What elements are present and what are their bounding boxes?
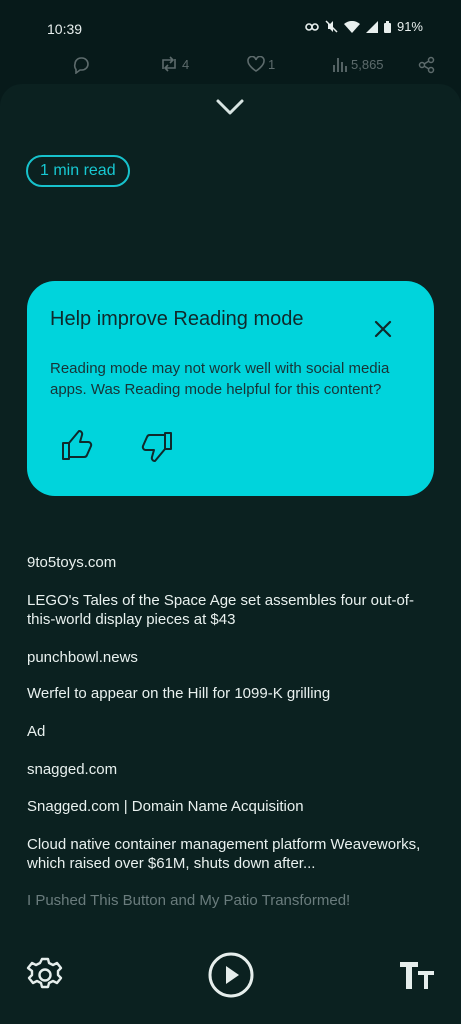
retweet-action[interactable]: 4 [159,56,189,72]
thumbs-up-icon[interactable] [60,429,94,461]
like-count: 1 [268,56,276,72]
reply-action[interactable] [72,56,90,74]
battery-icon [383,20,391,33]
content-source: punchbowl.news [27,649,138,666]
views-action[interactable]: 5,865 [332,56,384,72]
battery-percent: 91% [396,19,423,34]
share-action[interactable] [418,56,436,74]
content-ad-label: Ad [27,723,46,740]
read-time-badge: 1 min read [26,155,130,187]
views-icon [333,58,347,72]
signal-icon [365,20,378,33]
link-icon [305,22,319,31]
content-source: snagged.com [27,761,118,778]
like-action[interactable]: 1 [247,56,275,72]
status-time: 10:39 [47,21,83,37]
status-icons: 91% [305,19,423,34]
content-headline: I Pushed This Button and My Patio Transf… [27,892,351,909]
feedback-title: Help improve Reading mode [50,308,304,330]
tweet-actions: 4 1 5,865 [0,56,461,82]
content-headline: Snagged.com | Domain Name Acquisition [27,798,304,815]
comment-icon [73,57,89,74]
views-count: 5,865 [351,56,384,72]
status-bar: 10:39 91% [0,0,461,56]
share-icon [418,56,435,74]
mute-icon [325,20,338,33]
retweet-icon [162,56,176,72]
close-icon[interactable] [373,319,393,339]
settings-icon[interactable] [26,956,64,994]
wifi-icon [343,20,360,33]
content-source: 9to5toys.com [27,554,117,571]
content-headline: LEGO's Tales of the Space Age set assemb… [27,592,414,628]
content-headline: Werfel to appear on the Hill for 1099-K … [27,685,331,702]
play-icon[interactable] [207,951,255,999]
feedback-body: Reading mode may not work well with soci… [50,360,390,398]
text-size-icon[interactable] [398,959,436,991]
content-headline: Cloud native container management platfo… [27,836,421,872]
thumbs-down-icon[interactable] [140,431,174,463]
feedback-card: Help improve Reading mode Reading mode m… [27,281,434,496]
chevron-down-icon[interactable] [215,98,245,116]
read-time-label: 1 min read [40,162,116,179]
retweet-count: 4 [182,56,190,72]
heart-icon [247,56,265,72]
